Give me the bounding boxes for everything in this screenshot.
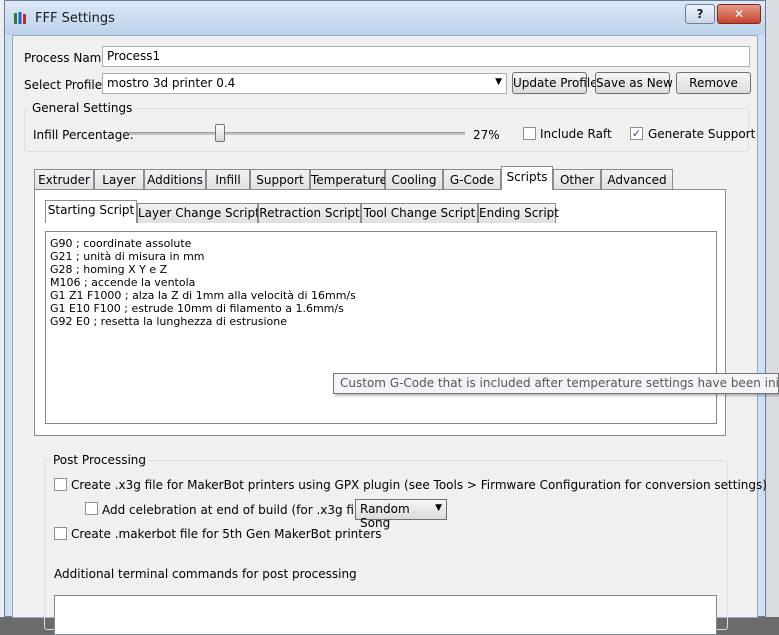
script-line: G1 Z1 F1000 ; alza la Z di 1mm alla velo…	[50, 289, 356, 302]
script-tab-layer-change-script[interactable]: Layer Change Script	[137, 203, 260, 223]
tab-extruder[interactable]: Extruder	[34, 169, 94, 190]
chevron-down-icon: ▼	[495, 77, 502, 87]
remove-button[interactable]: Remove	[676, 72, 751, 94]
script-line: G92 E0 ; resetta la lunghezza di estrusi…	[50, 315, 287, 328]
makerbot-label: Create .makerbot file for 5th Gen MakerB…	[71, 527, 382, 541]
celebration-checkbox[interactable]	[85, 502, 98, 515]
tab-layer[interactable]: Layer	[94, 169, 144, 190]
tooltip: Custom G-Code that is included after tem…	[333, 373, 779, 394]
script-line: G90 ; coordinate assolute	[50, 237, 192, 250]
makerbot-checkbox[interactable]	[54, 527, 67, 540]
update-profile-button[interactable]: Update Profile	[512, 72, 598, 94]
generate-support-label: Generate Support	[648, 127, 756, 141]
chevron-down-icon: ▼	[435, 503, 442, 513]
profile-select-value: mostro 3d printer 0.4	[107, 76, 236, 90]
script-lines: G90 ; coordinate assolute G21 ; unità di …	[50, 237, 712, 328]
profile-select[interactable]: mostro 3d printer 0.4 ▼	[102, 73, 507, 94]
save-as-new-button[interactable]: Save as New	[595, 72, 673, 94]
title-bar[interactable]: FFF Settings ? ✕	[5, 1, 765, 35]
song-select[interactable]: Random Song ▼	[355, 499, 447, 530]
include-raft-checkbox[interactable]	[523, 127, 536, 140]
process-name-input[interactable]: Process1	[102, 46, 750, 67]
x3g-label: Create .x3g file for MakerBot printers u…	[71, 478, 767, 492]
tab-additions[interactable]: Additions	[144, 169, 206, 190]
include-raft-label: Include Raft	[540, 127, 612, 141]
tab-g-code[interactable]: G-Code	[443, 169, 501, 190]
select-profile-label: Select Profile:	[24, 78, 107, 92]
script-line: G28 ; homing X Y e Z	[50, 263, 168, 276]
generate-support-checkbox[interactable]: ✓	[630, 127, 643, 140]
starting-script-editor[interactable]: G90 ; coordinate assolute G21 ; unità di …	[45, 231, 717, 424]
fff-settings-window: FFF Settings ? ✕ Process Name: Process1 …	[4, 0, 767, 635]
tab-temperature[interactable]: Temperature	[310, 169, 387, 190]
scripts-panel: Starting Script Layer Change Script Retrac…	[34, 189, 726, 436]
close-button[interactable]: ✕	[717, 4, 761, 24]
help-button[interactable]: ?	[685, 4, 715, 24]
terminal-commands-label: Additional terminal commands for post pr…	[54, 567, 357, 581]
terminal-commands-input[interactable]	[54, 595, 717, 635]
x3g-checkbox[interactable]	[54, 478, 67, 491]
script-line: G1 E10 F100 ; estrude 10mm di filamento …	[50, 302, 344, 315]
tab-support[interactable]: Support	[250, 169, 310, 190]
infill-slider-handle[interactable]	[214, 124, 225, 142]
background-right	[766, 0, 779, 617]
tab-other[interactable]: Other	[553, 169, 601, 190]
window-title: FFF Settings	[35, 11, 115, 26]
tab-cooling[interactable]: Cooling	[385, 169, 443, 190]
app-icon	[14, 12, 26, 24]
close-icon: ✕	[733, 7, 745, 21]
process-name-label: Process Name:	[24, 51, 113, 65]
script-tab-retraction-script[interactable]: Retraction Script	[258, 203, 361, 223]
post-processing-title: Post Processing	[50, 453, 149, 467]
script-line: M106 ; accende la ventola	[50, 276, 196, 289]
script-tab-tool-change-script[interactable]: Tool Change Script	[361, 203, 478, 223]
infill-percentage-value: 27%	[473, 128, 500, 142]
infill-slider-track[interactable]	[129, 132, 465, 135]
dialog-body: Process Name: Process1 Select Profile: m…	[12, 35, 767, 635]
infill-percentage-label: Infill Percentage:	[33, 128, 134, 142]
tab-advanced[interactable]: Advanced	[601, 169, 673, 190]
tab-infill[interactable]: Infill	[206, 169, 250, 190]
checkmark-icon: ✓	[631, 127, 642, 140]
general-settings-title: General Settings	[29, 101, 136, 115]
script-line: G21 ; unità di misura in mm	[50, 250, 205, 263]
tab-scripts[interactable]: Scripts	[501, 166, 553, 190]
script-tab-starting-script[interactable]: Starting Script	[45, 200, 137, 223]
script-tab-ending-script[interactable]: Ending Script	[478, 203, 559, 223]
